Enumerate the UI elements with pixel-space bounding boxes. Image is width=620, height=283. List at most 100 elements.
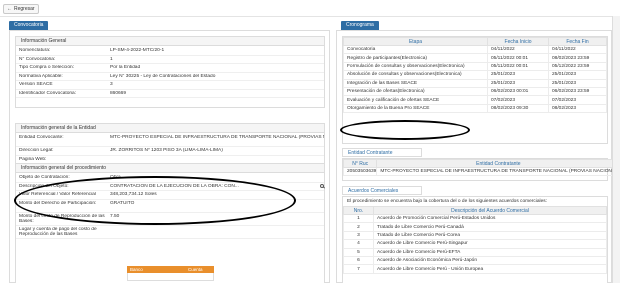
table-cell: 25/01/2023 bbox=[548, 78, 607, 88]
field-row: Versión SEACE 3 bbox=[16, 81, 324, 90]
table-row: 7 Acuerdo de Libre Comercio Perú - Unión … bbox=[343, 264, 607, 274]
field-value: 1 bbox=[110, 56, 113, 62]
col-fecha-inicio: Fecha Inicio bbox=[487, 37, 549, 46]
tab-cronograma[interactable]: Cronograma bbox=[341, 21, 379, 30]
table-row: 4 Acuerdo de Libre Comercio Perú-Singapur bbox=[343, 239, 607, 249]
table-cell: Presentación de ofertas(Electronica) bbox=[343, 86, 488, 97]
pay-col-cuenta: Cuenta bbox=[185, 266, 214, 273]
pay-table: Banco Cuenta bbox=[127, 266, 214, 281]
col-entidad: Entidad Contratante bbox=[376, 159, 620, 168]
table-cell: 6 bbox=[343, 255, 374, 266]
field-row: Tipo Compra o Selección: Por la Entidad bbox=[16, 64, 324, 73]
entidad-cell: MTC-PROYECTO ESPECIAL DE INFRAESTRUCTURA… bbox=[376, 166, 620, 177]
table-cell: Tratado de Libre Comercio Perú-Corea bbox=[373, 230, 607, 241]
table-row: Formulación de consultas y observaciones… bbox=[343, 61, 607, 72]
field-row: Identificador Convocatoria: 860669 bbox=[16, 90, 324, 98]
field-value: Ley N° 30225 - Ley de Contrataciones del… bbox=[110, 73, 216, 79]
table-cell: 4 bbox=[343, 239, 374, 249]
table-cell: 05/11/2022 00:01 bbox=[487, 61, 549, 72]
field-row: Direccion Legal: JR. ZORRITOS Nº 1203 PIS… bbox=[16, 147, 324, 156]
table-row: Otorgamiento de la Buena Pro SEACE 08/02/… bbox=[343, 103, 607, 114]
section-title: Información General bbox=[16, 37, 324, 46]
field-label: Pagina Web: bbox=[19, 156, 47, 162]
table-row: 5 Acuerdo de Libre Comercio Perú-EFTA bbox=[343, 247, 607, 257]
tab-convocatoria[interactable]: Convocatoria bbox=[9, 21, 49, 30]
table-cell: 05/12/2022 23:59 bbox=[548, 61, 607, 72]
table-cell: Evaluación y calificación de ofertas SEA… bbox=[343, 95, 488, 105]
right-panel: Etapa Fecha Inicio Fecha Fin Convocatori… bbox=[336, 30, 620, 283]
entidad-contratante-section: N° Ruc Entidad Contratante 20503503639 M… bbox=[342, 158, 620, 181]
scrollbar[interactable] bbox=[612, 16, 620, 283]
section-title: Información general de la Entidad bbox=[16, 124, 324, 133]
field-label: Versión SEACE bbox=[19, 82, 53, 88]
col-descripcion: Descripción del Acuerdo Comercial bbox=[373, 206, 607, 215]
table-cell: 3 bbox=[343, 230, 374, 241]
arrow-left-icon: ← bbox=[7, 6, 12, 12]
ruc-cell: 20503503639 bbox=[342, 166, 378, 177]
table-cell: 08/02/2023 09:30 bbox=[487, 103, 549, 114]
table-cell: Acuerdo de Libre Comercio Perú - Unión E… bbox=[373, 264, 607, 274]
table-row: Absolución de consultas y observaciones(… bbox=[343, 70, 607, 80]
field-row: Nomenclatura: LP-SM-4-2022-MTC/20-1 bbox=[16, 47, 324, 56]
table-cell: 25/01/2023 bbox=[487, 78, 549, 88]
back-button-label: Regresar bbox=[14, 6, 35, 12]
table-cell: Tratado de Libre Comercio Perú-Canadá bbox=[373, 222, 607, 232]
table-cell: 05/11/2022 00:01 bbox=[487, 53, 549, 63]
table-cell: 08/02/2023 bbox=[548, 103, 607, 114]
field-value: 860669 bbox=[110, 90, 127, 96]
table-row: 3 Tratado de Libre Comercio Perú-Corea bbox=[343, 230, 607, 241]
col-nro: Nro. bbox=[343, 206, 374, 215]
section-title: Información general del procedimiento bbox=[16, 164, 324, 173]
field-row: Lugar y cuenta de pago del costo de Repr… bbox=[16, 226, 324, 239]
table-cell: 08/02/2023 23:59 bbox=[548, 53, 607, 63]
field-label: Identificador Convocatoria: bbox=[19, 90, 77, 96]
col-fecha-fin: Fecha Fin bbox=[548, 37, 607, 46]
field-label: Nomenclatura: bbox=[19, 48, 51, 54]
table-row: Presentación de ofertas(Electronica) 06/0… bbox=[343, 86, 607, 97]
convocatoria-panel: Información General Nomenclatura: LP-SM-4… bbox=[9, 30, 330, 283]
table-cell: 06/02/2023 00:01 bbox=[487, 86, 549, 97]
field-row: Normativa Aplicable: Ley N° 30225 - Ley d… bbox=[16, 73, 324, 81]
field-value: Por la Entidad bbox=[110, 65, 141, 71]
acuerdos-intro: El procedimiento se encuentra bajo la co… bbox=[347, 199, 547, 204]
field-label: Entidad Convocante: bbox=[19, 135, 64, 140]
table-cell: 07/02/2023 bbox=[548, 95, 607, 105]
field-value: JR. ZORRITOS Nº 1203 PISO 3A (LIMA-LIMA-… bbox=[110, 148, 223, 154]
acuerdos-title: Acuerdos Comerciales bbox=[342, 186, 422, 195]
table-cell: Absolución de consultas y observaciones(… bbox=[343, 70, 488, 80]
back-button[interactable]: ← Regresar bbox=[3, 4, 39, 14]
search-icon[interactable] bbox=[320, 184, 324, 189]
table-cell: 04/11/2022 bbox=[487, 44, 549, 55]
table-cell: 25/01/2023 bbox=[487, 70, 549, 80]
annotation-oval-descripcion bbox=[14, 176, 296, 225]
table-cell: 06/02/2023 23:59 bbox=[548, 86, 607, 97]
info-general-section: Información General Nomenclatura: LP-SM-4… bbox=[15, 36, 325, 108]
table-cell: 04/11/2022 bbox=[548, 44, 607, 55]
table-row: 1 Acuerdo de Promoción Comercial Perú-Est… bbox=[343, 213, 607, 224]
annotation-oval-buena-pro bbox=[340, 120, 470, 140]
table-row: Evaluación y calificación de ofertas SEA… bbox=[343, 95, 607, 105]
entidad-contratante-title: Entidad Contratante bbox=[342, 148, 422, 157]
table-cell: Registro de participantes(Electronica) bbox=[343, 53, 488, 63]
table-row: 6 Acuerdo de Asociación Económica Perú-Ja… bbox=[343, 255, 607, 266]
table-cell: 5 bbox=[343, 247, 374, 257]
field-label: Direccion Legal: bbox=[19, 148, 54, 154]
field-row: Entidad Convocante: MTC-PROYECTO ESPECIAL… bbox=[16, 134, 324, 147]
field-row: N° Convocatoria: 1 bbox=[16, 56, 324, 64]
table-row: Registro de participantes(Electronica) 05… bbox=[343, 53, 607, 63]
table-row: 20503503639 MTC-PROYECTO ESPECIAL DE INF… bbox=[342, 166, 620, 177]
table-cell: 7 bbox=[343, 264, 374, 274]
col-ruc: N° Ruc bbox=[342, 159, 378, 168]
table-cell: Convocatoria bbox=[343, 44, 488, 55]
acuerdos-table: Nro. Descripción del Acuerdo Comercial 1… bbox=[343, 206, 607, 274]
table-cell: 1 bbox=[343, 213, 374, 224]
field-label: N° Convocatoria: bbox=[19, 56, 56, 62]
field-value: LP-SM-4-2022-MTC/20-1 bbox=[110, 48, 165, 54]
table-row: Integración de las Bases SEACE 25/01/2023… bbox=[343, 78, 607, 88]
table-cell: Acuerdo de Libre Comercio Perú-EFTA bbox=[373, 247, 607, 257]
field-value: 3 bbox=[110, 82, 113, 88]
table-cell: 25/01/2023 bbox=[548, 70, 607, 80]
col-etapa: Etapa bbox=[343, 37, 488, 46]
field-label: Tipo Compra o Selección: bbox=[19, 65, 75, 71]
table-cell: Acuerdo de Promoción Comercial Perú-Esta… bbox=[373, 213, 607, 224]
